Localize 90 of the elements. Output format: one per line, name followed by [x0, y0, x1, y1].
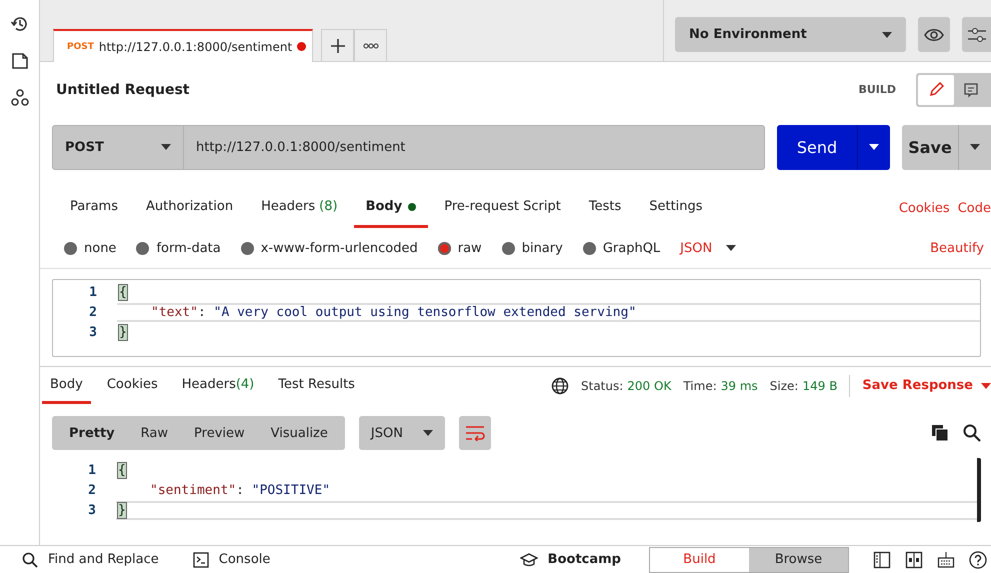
caret-icon — [161, 144, 171, 150]
meta-value: 39 ms — [720, 378, 758, 392]
caret-icon — [869, 144, 879, 150]
more-tabs-button[interactable] — [354, 29, 388, 61]
code-line: "text": "A very cool output using tensorflow extended serving" — [117, 302, 980, 322]
body-type-radio[interactable]: raw — [438, 240, 482, 256]
search-icon — [22, 552, 38, 568]
url-field[interactable]: http://127.0.0.1:8000/sentiment — [184, 124, 765, 170]
method-dropdown[interactable]: POST — [52, 124, 184, 170]
pencil-icon — [928, 82, 944, 98]
meta-label: Size: — [770, 378, 798, 392]
radio-label: raw — [458, 240, 482, 256]
request-section-tab[interactable]: Pre-request Script — [432, 188, 573, 228]
line-number: 2 — [87, 482, 97, 498]
two-pane-icon[interactable] — [905, 550, 923, 568]
new-tab-button[interactable] — [321, 29, 354, 61]
wrap-button[interactable] — [458, 416, 491, 450]
view-mode-tab[interactable]: Visualize — [258, 416, 341, 450]
body-type-radio[interactable]: none — [64, 240, 116, 256]
caret-icon — [726, 245, 736, 251]
request-section-tab[interactable]: Tests — [576, 188, 634, 228]
edit-button[interactable] — [918, 74, 954, 104]
settings-icon — [966, 26, 987, 42]
graduation-cap-icon — [520, 552, 538, 566]
bootcamp-button[interactable]: Bootcamp — [520, 552, 621, 567]
save-response-button[interactable]: Save Response — [862, 378, 991, 393]
meta-value: 200 OK — [627, 378, 672, 392]
search-icon[interactable] — [963, 424, 981, 442]
body-type-radio[interactable]: binary — [502, 240, 563, 256]
wrap-lines-icon — [464, 425, 485, 441]
request-section-tab[interactable]: Authorization — [134, 188, 246, 228]
line-number: 3 — [87, 502, 97, 518]
meta-label: Status: — [581, 378, 624, 392]
terminal-icon — [192, 552, 209, 568]
eye-icon — [924, 28, 944, 42]
response-tab[interactable]: Cookies — [98, 367, 166, 404]
comment-icon — [963, 82, 980, 98]
copy-icon[interactable] — [931, 424, 949, 442]
request-section-tab[interactable]: Params — [58, 188, 130, 228]
keyboard-icon[interactable] — [937, 550, 955, 568]
request-section-tab[interactable]: Settings — [637, 188, 715, 228]
link[interactable]: Code — [958, 200, 991, 216]
request-tab[interactable]: POST http://127.0.0.1:8000/sentiment — [53, 29, 314, 62]
caret-icon — [981, 382, 991, 388]
radio-label: binary — [522, 240, 563, 256]
caret-icon — [422, 430, 433, 436]
find-replace-button[interactable]: Find and Replace — [22, 552, 159, 568]
code-line: } — [116, 500, 977, 520]
line-number: 1 — [88, 284, 98, 300]
help-icon[interactable] — [969, 550, 987, 568]
response-tab[interactable]: Headers(4) — [174, 367, 262, 404]
mode-label: BUILD — [858, 83, 896, 96]
view-mode-tab[interactable]: Preview — [181, 416, 258, 450]
radio-label: form-data — [156, 240, 221, 256]
globe-icon[interactable] — [551, 376, 569, 394]
nodes-icon[interactable] — [10, 88, 30, 108]
code-line: "sentiment": "POSITIVE" — [149, 482, 332, 500]
beautify-link[interactable]: Beautify — [930, 240, 984, 256]
radio-label: GraphQL — [602, 240, 660, 256]
line-number: 1 — [87, 462, 97, 478]
request-section-tab[interactable]: Headers (8) — [249, 188, 350, 228]
view-mode-tab[interactable]: Raw — [128, 416, 182, 450]
line-number: 3 — [88, 324, 98, 340]
meta-value: 149 B — [802, 378, 838, 392]
collection-icon[interactable] — [10, 51, 30, 71]
link[interactable]: Cookies — [898, 200, 950, 216]
more-icon — [362, 42, 379, 48]
plus-icon — [330, 38, 346, 54]
mode-tab[interactable]: Browse — [749, 548, 848, 572]
settings-button[interactable] — [962, 17, 991, 52]
caret-icon — [882, 32, 892, 38]
request-section-tab[interactable]: Body — [354, 188, 428, 228]
eye-button[interactable] — [918, 17, 950, 52]
caret-icon — [970, 144, 980, 150]
response-tab[interactable]: Body — [42, 367, 91, 404]
format-dropdown[interactable]: JSON — [358, 416, 445, 450]
body-type-radio[interactable]: form-data — [136, 240, 221, 256]
history-icon[interactable] — [10, 14, 30, 34]
sidebar-layout-icon[interactable] — [873, 550, 891, 568]
console-button[interactable]: Console — [192, 552, 270, 568]
format-dropdown[interactable]: JSON — [680, 240, 736, 256]
body-type-radio[interactable]: GraphQL — [582, 240, 660, 256]
meta-label: Time: — [683, 378, 717, 392]
request-title: Untitled Request — [56, 82, 190, 98]
line-number: 2 — [88, 304, 98, 320]
radio-label: none — [84, 240, 116, 256]
response-tab[interactable]: Test Results — [270, 367, 363, 404]
request-body-editor[interactable]: 1 { 2 "text": "A very cool output using tensorflow extended serving" 3 } — [52, 279, 981, 357]
environment-dropdown[interactable]: No Environment — [675, 17, 906, 52]
view-mode-tab[interactable]: Pretty — [56, 416, 128, 450]
